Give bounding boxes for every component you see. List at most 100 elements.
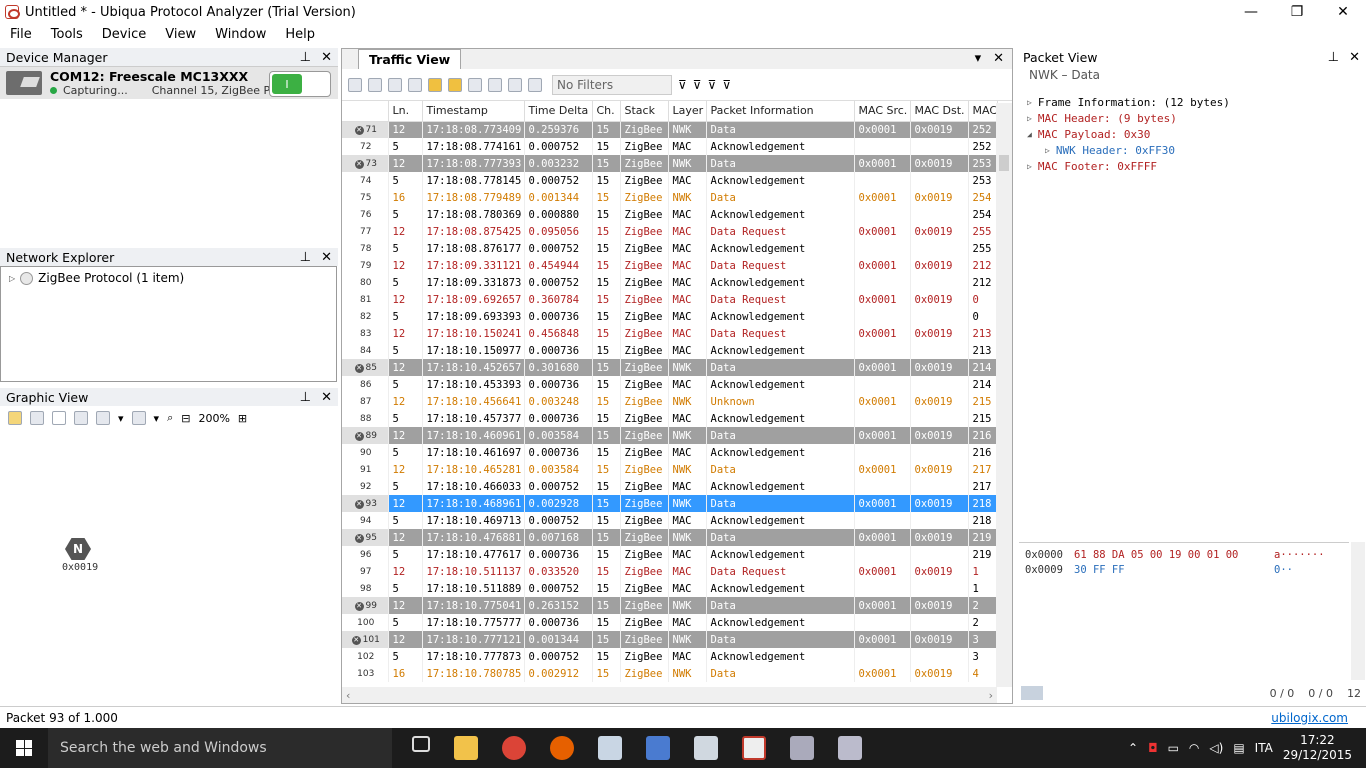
packet-tree-item[interactable]: ◢ MAC Payload: 0x30 — [1027, 126, 1230, 142]
battery-icon[interactable]: ▭ — [1168, 741, 1179, 755]
table-row[interactable]: 88 5 17:18:10.457377 0.000736 15 ZigBee MAC Ack… — [342, 410, 998, 427]
task-view-icon[interactable] — [412, 736, 430, 752]
expand-arrow-icon[interactable]: ▷ — [1027, 162, 1032, 171]
col-mac[interactable]: MAC — [968, 101, 998, 122]
server-app-icon[interactable] — [790, 736, 814, 760]
chevron-up-icon[interactable]: ⌃ — [1128, 741, 1138, 755]
table-row[interactable]: 75 16 17:18:08.779489 0.001344 15 ZigBee NWK Da… — [342, 189, 998, 206]
close-button[interactable]: ✕ — [1320, 0, 1366, 24]
open-icon[interactable] — [368, 77, 382, 92]
horizontal-scrollbar[interactable]: ‹ › — [342, 687, 997, 703]
pin-icon[interactable]: ⊥ — [300, 250, 311, 265]
settings-icon[interactable] — [468, 77, 482, 92]
expand-arrow-icon[interactable]: ◢ — [1027, 130, 1032, 139]
col-channel[interactable]: Ch. — [592, 101, 621, 122]
menu-view[interactable]: View — [155, 27, 205, 42]
language-indicator[interactable]: ITA — [1255, 741, 1273, 755]
columns-icon[interactable] — [388, 77, 402, 92]
filter-icon[interactable]: ⊽ — [678, 78, 687, 92]
export-icon[interactable] — [1021, 686, 1043, 700]
zoom-fit-icon[interactable]: ⌕ — [167, 411, 173, 425]
col-ln[interactable]: Ln. — [388, 101, 423, 122]
menu-file[interactable]: File — [0, 27, 41, 42]
hex-scrollbar[interactable] — [1351, 542, 1365, 680]
menu-window[interactable]: Window — [205, 27, 275, 42]
app-icon[interactable] — [598, 736, 622, 760]
filter-clear-icon[interactable]: ⊽ — [722, 78, 731, 92]
packet-tree-item[interactable]: ▷ MAC Header: (9 bytes) — [1027, 110, 1230, 126]
close-icon[interactable]: ✕ — [321, 250, 332, 265]
tab-traffic-view[interactable]: Traffic View — [358, 49, 462, 69]
close-icon[interactable]: ✕ — [1349, 50, 1360, 65]
close-icon[interactable]: ✕ — [321, 390, 332, 405]
table-row[interactable]: 77 12 17:18:08.875425 0.095056 15 ZigBee MAC Da… — [342, 223, 998, 240]
table-row[interactable]: 94 5 17:18:10.469713 0.000752 15 ZigBee MAC Ack… — [342, 512, 998, 529]
save-layout-icon[interactable] — [30, 411, 44, 425]
table-row[interactable]: ✕ 95 12 17:18:10.476881 0.007168 15 ZigBee NWK D… — [342, 529, 998, 546]
prev-icon[interactable] — [508, 77, 522, 92]
table-row[interactable]: 86 5 17:18:10.453393 0.000736 15 ZigBee MAC Ack… — [342, 376, 998, 393]
save-icon[interactable] — [408, 77, 422, 92]
table-row[interactable]: ✕ 73 12 17:18:08.777393 0.003232 15 ZigBee NWK D… — [342, 155, 998, 172]
pin-icon[interactable]: ⊥ — [300, 50, 311, 65]
table-row[interactable]: ✕ 89 12 17:18:10.460961 0.003584 15 ZigBee NWK D… — [342, 427, 998, 444]
firefox-icon[interactable] — [550, 736, 574, 760]
highlight-icon[interactable] — [448, 77, 462, 92]
next-icon[interactable] — [528, 77, 542, 92]
filter-box[interactable]: No Filters — [552, 74, 672, 95]
table-row[interactable]: 81 12 17:18:09.692657 0.360784 15 ZigBee MAC Da… — [342, 291, 998, 308]
expand-arrow-icon[interactable]: ▷ — [9, 274, 15, 283]
table-row[interactable]: ✕ 99 12 17:18:10.775041 0.263152 15 ZigBee NWK D… — [342, 597, 998, 614]
menu-device[interactable]: Device — [92, 27, 155, 42]
close-icon[interactable]: ✕ — [321, 50, 332, 65]
table-row[interactable]: 91 12 17:18:10.465281 0.003584 15 ZigBee NWK Da… — [342, 461, 998, 478]
table-row[interactable]: 84 5 17:18:10.150977 0.000736 15 ZigBee MAC Ack… — [342, 342, 998, 359]
table-row[interactable]: 103 16 17:18:10.780785 0.002912 15 ZigBee NWK D… — [342, 665, 998, 682]
table-row[interactable]: 79 12 17:18:09.331121 0.454944 15 ZigBee MAC Da… — [342, 257, 998, 274]
pin-icon[interactable]: ⊥ — [300, 390, 311, 405]
maximize-button[interactable]: ❐ — [1274, 0, 1320, 24]
zoom-in-icon[interactable]: ⊞ — [238, 412, 247, 425]
node-tool-icon[interactable] — [74, 411, 88, 425]
filter-add-icon[interactable]: ⊽ — [693, 78, 702, 92]
expand-arrow-icon[interactable]: ▷ — [1027, 114, 1032, 123]
table-row[interactable]: ✕ 93 12 17:18:10.468961 0.002928 15 ZigBee NWK D… — [342, 495, 998, 512]
col-mac-src[interactable]: MAC Src. — [854, 101, 911, 122]
table-row[interactable]: 100 5 17:18:10.775777 0.000736 15 ZigBee MAC Ac… — [342, 614, 998, 631]
scroll-right-icon[interactable]: › — [989, 689, 993, 702]
col-timestamp[interactable]: Timestamp — [422, 101, 525, 122]
volume-icon[interactable]: ◁) — [1209, 741, 1223, 755]
table-row[interactable]: ✕ 85 12 17:18:10.452657 0.301680 15 ZigBee NWK D… — [342, 359, 998, 376]
table-row[interactable]: 80 5 17:18:09.331873 0.000752 15 ZigBee MAC Ack… — [342, 274, 998, 291]
clock[interactable]: 17:22 29/12/2015 — [1283, 733, 1352, 763]
table-row[interactable]: 97 12 17:18:10.511137 0.033520 15 ZigBee MAC Da… — [342, 563, 998, 580]
table-row[interactable]: 92 5 17:18:10.466033 0.000752 15 ZigBee MAC Ack… — [342, 478, 998, 495]
system-app-icon[interactable] — [694, 736, 718, 760]
zoom-out-icon[interactable]: ⊟ — [181, 412, 190, 425]
menu-tools[interactable]: Tools — [41, 27, 92, 42]
table-row[interactable]: 87 12 17:18:10.456641 0.003248 15 ZigBee NWK Un… — [342, 393, 998, 410]
table-row[interactable]: 78 5 17:18:08.876177 0.000752 15 ZigBee MAC Ack… — [342, 240, 998, 257]
col-mac-dst[interactable]: MAC Dst. — [910, 101, 969, 122]
start-button[interactable] — [0, 728, 48, 768]
scroll-left-icon[interactable]: ‹ — [346, 689, 350, 702]
filter-edit-icon[interactable]: ⊽ — [708, 78, 717, 92]
table-row[interactable]: 76 5 17:18:08.780369 0.000880 15 ZigBee MAC Ack… — [342, 206, 998, 223]
pin-icon[interactable]: ⊥ — [1328, 50, 1339, 65]
dropdown-arrow-icon[interactable]: ▾ — [118, 412, 124, 425]
close-icon[interactable]: ✕ — [993, 51, 1004, 66]
network-node[interactable]: N 0x0019 — [62, 538, 98, 573]
server-app-icon[interactable] — [838, 736, 862, 760]
col-layer[interactable]: Layer — [668, 101, 707, 122]
table-row[interactable]: ✕ 101 12 17:18:10.777121 0.001344 15 ZigBee NWK… — [342, 631, 998, 648]
view-options-icon[interactable] — [131, 411, 146, 425]
table-row[interactable]: 98 5 17:18:10.511889 0.000752 15 ZigBee MAC Ack… — [342, 580, 998, 597]
file-explorer-icon[interactable] — [454, 736, 478, 760]
vertical-scrollbar[interactable] — [996, 103, 1012, 687]
table-row[interactable]: 72 5 17:18:08.774161 0.000752 15 ZigBee MAC Ack… — [342, 138, 998, 155]
table-row[interactable]: 82 5 17:18:09.693393 0.000736 15 ZigBee MAC Ack… — [342, 308, 998, 325]
notification-icon[interactable]: ▤ — [1233, 741, 1244, 755]
col-time-delta[interactable]: Time Delta — [524, 101, 593, 122]
menu-help[interactable]: Help — [275, 27, 324, 42]
table-row[interactable]: 83 12 17:18:10.150241 0.456848 15 ZigBee MAC Da… — [342, 325, 998, 342]
